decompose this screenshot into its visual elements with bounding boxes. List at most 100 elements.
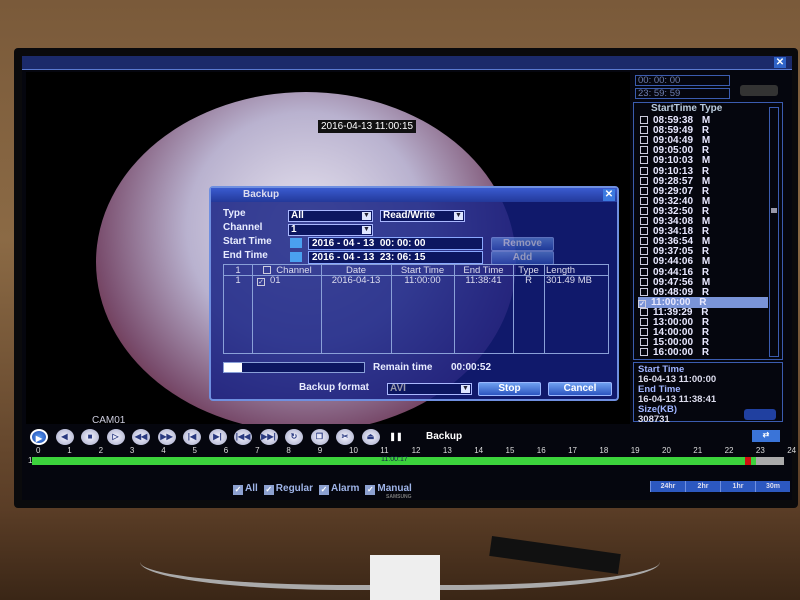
add-button[interactable]: Add <box>491 251 554 265</box>
filter-all[interactable]: ✓ All <box>227 483 258 495</box>
next-file-icon[interactable]: ▶▶| <box>259 429 278 445</box>
dialog-close-icon[interactable]: ✕ <box>603 189 615 201</box>
backup-icon[interactable] <box>744 409 776 420</box>
sync-icon[interactable]: ⇄ <box>752 430 780 442</box>
play-icon[interactable]: ▶ <box>30 429 48 445</box>
filter-checkbox[interactable]: ✓ <box>319 485 330 495</box>
filter-label: Manual <box>377 483 412 494</box>
hour-tick: 24 <box>787 446 797 455</box>
backup-format-select[interactable]: AVI ▼ <box>387 383 472 395</box>
search-icon[interactable] <box>740 85 778 96</box>
filter-manual[interactable]: ✓ Manual <box>359 483 412 495</box>
row-checkbox[interactable] <box>640 156 648 165</box>
tv-brand-logo: SAMSUNG <box>386 494 412 500</box>
select-all-checkbox[interactable] <box>263 266 272 274</box>
timeline-cursor-label: 11:00:17 <box>381 456 408 463</box>
reverse-icon[interactable]: ◀ <box>55 429 74 445</box>
row-checkbox[interactable] <box>640 287 648 296</box>
row-checkbox[interactable] <box>640 338 648 347</box>
next-frame-icon[interactable]: ▶| <box>208 429 227 445</box>
channel-label: Channel <box>223 222 263 233</box>
scrollbar[interactable] <box>769 107 779 357</box>
row-channel[interactable]: ✓ 01 <box>254 275 321 286</box>
video-timestamp: 2016-04-13 11:00:15 <box>318 120 417 133</box>
chevron-down-icon: ▼ <box>454 212 463 220</box>
fast-forward-icon[interactable]: ▶▶ <box>157 429 176 445</box>
scroll-thumb[interactable] <box>771 208 777 213</box>
row-checkbox[interactable] <box>640 237 648 246</box>
stop-button[interactable]: Stop <box>478 382 541 396</box>
chevron-down-icon: ▼ <box>362 212 371 220</box>
calendar-icon[interactable] <box>290 252 302 262</box>
fullscreen-icon[interactable]: ❐ <box>310 429 329 445</box>
zoom-option[interactable]: 30m <box>755 481 790 492</box>
row-checkbox[interactable] <box>640 126 648 135</box>
row-checkbox[interactable] <box>640 116 648 124</box>
close-icon[interactable]: ✕ <box>774 57 786 68</box>
video-view[interactable]: 2016-04-13 11:00:15 CAM01 Backup ✕ Type … <box>26 72 630 424</box>
remain-time-value: 00:00:52 <box>451 362 492 373</box>
filter-checkbox[interactable]: ✓ <box>263 485 274 495</box>
row-checkbox[interactable] <box>640 348 648 357</box>
filter-checkbox[interactable]: ✓ <box>233 485 243 495</box>
row-checkbox[interactable] <box>640 166 648 175</box>
zoom-option[interactable]: 24hr <box>650 481 685 492</box>
hour-tick: 16 <box>536 446 546 455</box>
row-checkbox[interactable] <box>640 257 648 266</box>
row-index: 1 <box>235 275 241 286</box>
row-checkbox[interactable] <box>640 186 648 195</box>
record-type-filters: ✓ All ✓ Regular ✓ Alarm ✓ Manual <box>227 483 412 495</box>
row-checkbox[interactable]: ✓ <box>257 278 265 286</box>
item-time: 16:00:00 <box>653 347 694 359</box>
filter-alarm[interactable]: ✓ Alarm <box>313 483 359 495</box>
cancel-button[interactable]: Cancel <box>548 382 612 396</box>
channel-select[interactable]: 1 ▼ <box>288 224 373 236</box>
row-checkbox[interactable] <box>640 227 648 236</box>
search-end-time[interactable]: 23: 59: 59 <box>635 88 730 99</box>
end-time-field[interactable]: 2016 - 04 - 13 23: 06: 15 <box>308 251 483 264</box>
hour-tick: 18 <box>599 446 609 455</box>
row-checkbox[interactable] <box>640 196 648 205</box>
prev-frame-icon[interactable]: |◀ <box>183 429 201 445</box>
row-start: 11:00:00 <box>404 275 441 286</box>
stop-icon[interactable]: ■ <box>81 429 99 445</box>
start-time-field[interactable]: 2016 - 04 - 13 00: 00: 00 <box>308 237 483 250</box>
format-value: AVI <box>390 383 406 394</box>
hour-tick: 9 <box>317 446 323 455</box>
toolbar-title: Backup <box>426 431 463 442</box>
type-label: Type <box>223 208 246 219</box>
progress-fill <box>224 363 243 372</box>
row-checkbox[interactable] <box>640 267 648 276</box>
chevron-down-icon: ▼ <box>362 226 371 234</box>
row-checkbox[interactable] <box>640 217 648 225</box>
rewind-icon[interactable]: ◀◀ <box>132 429 150 445</box>
zoom-option[interactable]: 2hr <box>685 481 720 492</box>
row-checkbox[interactable] <box>640 328 648 337</box>
row-checkbox[interactable] <box>640 146 648 155</box>
pause-icon[interactable]: ❚❚ <box>387 429 405 445</box>
zoom-option[interactable]: 1hr <box>720 481 755 492</box>
row-checkbox[interactable] <box>640 318 648 326</box>
search-start-time[interactable]: 00: 00: 00 <box>635 75 730 86</box>
start-clock: 00: 00: 00 <box>379 238 426 249</box>
backup-icon[interactable]: ⏏ <box>361 429 380 445</box>
slow-icon[interactable]: ▷ <box>106 429 125 445</box>
loop-icon[interactable]: ↻ <box>285 429 303 445</box>
clip-icon[interactable]: ✂ <box>336 429 354 445</box>
filter-regular[interactable]: ✓ Regular <box>258 483 313 495</box>
row-checkbox[interactable] <box>640 206 648 215</box>
timeline-bar[interactable]: 11:00:17 <box>32 456 784 465</box>
prev-file-icon[interactable]: |◀◀ <box>234 429 252 445</box>
row-checkbox[interactable] <box>640 247 648 256</box>
mode-select[interactable]: Read/Write ▼ <box>380 210 465 222</box>
remain-time-label: Remain time <box>373 362 433 373</box>
row-checkbox[interactable] <box>640 307 648 316</box>
filter-checkbox[interactable]: ✓ <box>365 485 376 495</box>
row-checkbox[interactable] <box>640 136 648 145</box>
row-checkbox[interactable] <box>640 277 648 286</box>
remove-button[interactable]: Remove <box>491 237 554 251</box>
row-checkbox[interactable] <box>640 176 648 185</box>
calendar-icon[interactable] <box>290 238 302 248</box>
type-select[interactable]: All ▼ <box>288 210 373 222</box>
list-item[interactable]: 16:00:00 R <box>640 347 770 358</box>
